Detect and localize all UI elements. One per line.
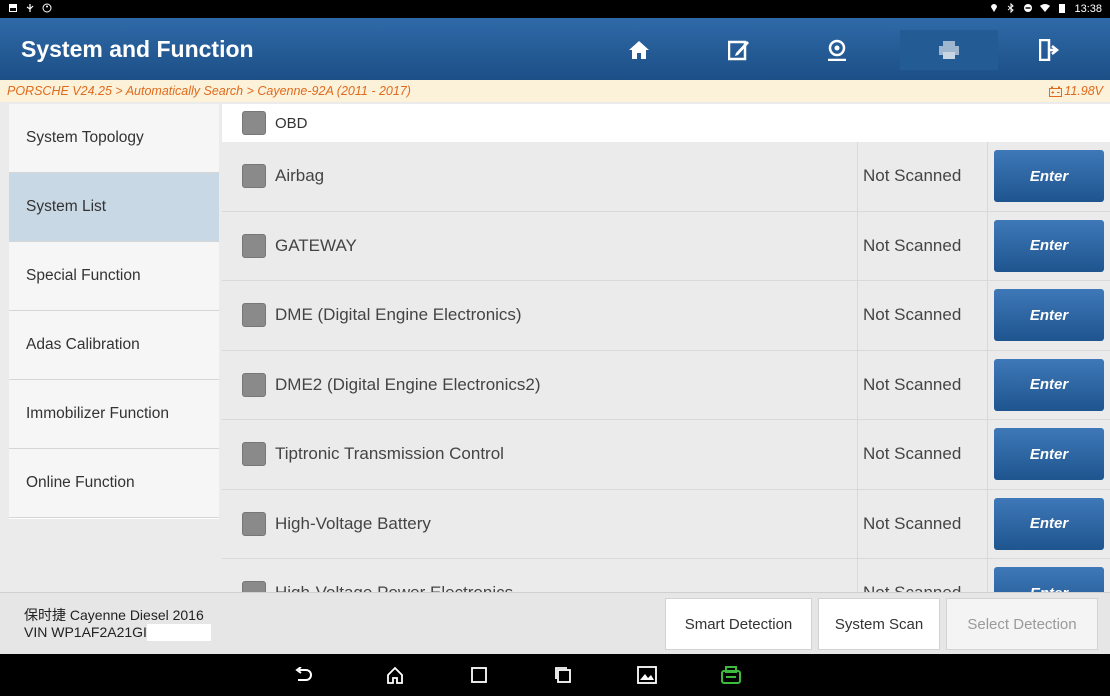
- home-icon: [629, 41, 649, 59]
- exit-icon: [1039, 39, 1059, 61]
- back-icon[interactable]: [290, 662, 316, 688]
- sidebar-item-label: System List: [26, 198, 107, 215]
- sidebar: System Topology System List Special Func…: [9, 104, 219, 519]
- system-row: DME (Digital Engine Electronics) Not Sca…: [222, 281, 1110, 351]
- enter-button[interactable]: Enter: [994, 219, 1104, 272]
- screenshot-icon[interactable]: [634, 662, 660, 688]
- enter-button[interactable]: Enter: [994, 567, 1104, 592]
- user-icon: [828, 39, 846, 61]
- status-left: [8, 3, 52, 16]
- enter-button[interactable]: Enter: [994, 358, 1104, 411]
- system-status: Not Scanned: [858, 489, 988, 558]
- system-row: Airbag Not Scanned Enter: [222, 142, 1110, 212]
- vehicle-vin: VIN WP1AF2A21GI: [24, 624, 147, 640]
- breadcrumb: PORSCHE V24.25 > Automatically Search > …: [0, 80, 1110, 102]
- exit-button[interactable]: [1000, 30, 1098, 70]
- system-checkbox[interactable]: [242, 581, 266, 592]
- system-checkbox[interactable]: [242, 442, 266, 467]
- obd-group-row: OBD: [222, 104, 1110, 142]
- battery-voltage-icon: [1049, 86, 1063, 97]
- user-button[interactable]: [788, 30, 886, 70]
- recents-icon[interactable]: [466, 662, 492, 688]
- status-right: 13:38: [989, 2, 1102, 16]
- vin-redaction: [146, 624, 211, 641]
- android-nav-bar: [0, 654, 1110, 696]
- title-bar: System and Function: [0, 18, 1110, 80]
- enter-button[interactable]: Enter: [994, 497, 1104, 550]
- select-detection-button[interactable]: Select Detection: [946, 598, 1098, 650]
- vehicle-model: 保时捷 Cayenne Diesel 2016: [24, 607, 204, 623]
- footer-bar: 保时捷 Cayenne Diesel 2016 VIN WP1AF2A21GI …: [0, 592, 1110, 654]
- sidebar-item-online-function[interactable]: Online Function: [9, 449, 219, 518]
- home-nav-icon[interactable]: [382, 662, 408, 688]
- bluetooth-icon: [1006, 2, 1016, 16]
- smart-detection-button[interactable]: Smart Detection: [665, 598, 812, 650]
- system-name: Tiptronic Transmission Control: [275, 444, 504, 464]
- accessibility-icon: [42, 3, 52, 16]
- enter-button[interactable]: Enter: [994, 150, 1104, 203]
- system-row: Tiptronic Transmission Control Not Scann…: [222, 420, 1110, 490]
- system-checkbox[interactable]: [242, 372, 266, 397]
- system-name: DME (Digital Engine Electronics): [275, 305, 522, 325]
- home-button[interactable]: [590, 30, 688, 70]
- system-name: GATEWAY: [275, 235, 357, 255]
- system-status: Not Scanned: [858, 350, 988, 419]
- enter-button[interactable]: Enter: [994, 289, 1104, 342]
- status-time: 13:38: [1074, 3, 1102, 15]
- sidebar-item-label: Immobilizer Function: [26, 405, 169, 422]
- system-status: Not Scanned: [858, 142, 988, 211]
- system-row: DME2 (Digital Engine Electronics2) Not S…: [222, 350, 1110, 420]
- sidebar-item-label: Online Function: [26, 474, 135, 491]
- print-icon: [939, 41, 959, 59]
- system-status: Not Scanned: [858, 211, 988, 280]
- wifi-icon: [1040, 3, 1051, 16]
- obd-group-label: OBD: [275, 114, 308, 132]
- system-checkbox[interactable]: [242, 164, 266, 189]
- status-bar: 13:38: [0, 0, 1110, 18]
- system-row: High-Voltage Battery Not Scanned Enter: [222, 489, 1110, 559]
- system-scan-button[interactable]: System Scan: [818, 598, 940, 650]
- system-status: Not Scanned: [858, 559, 988, 592]
- system-checkbox[interactable]: [242, 511, 266, 536]
- system-name: DME2 (Digital Engine Electronics2): [275, 374, 541, 394]
- system-name: High-Voltage Battery: [275, 513, 431, 533]
- do-not-disturb-icon: [1023, 3, 1033, 16]
- battery-icon: [1057, 3, 1067, 16]
- system-row: GATEWAY Not Scanned Enter: [222, 211, 1110, 281]
- vci-connector-icon[interactable]: [718, 662, 744, 688]
- obd-checkbox[interactable]: [242, 111, 266, 135]
- edit-report-icon: [728, 40, 749, 61]
- system-list: OBD Airbag Not Scanned Enter GATEWAY Not…: [222, 104, 1110, 592]
- voltage-readout: 11.98V: [1049, 84, 1103, 98]
- system-row: High-Voltage Power Electronics Not Scann…: [222, 559, 1110, 592]
- system-name: High-Voltage Power Electronics: [275, 583, 513, 592]
- sidebar-item-label: Special Function: [26, 267, 141, 284]
- multi-window-icon[interactable]: [550, 662, 576, 688]
- usb-icon: [25, 3, 35, 16]
- system-checkbox[interactable]: [242, 233, 266, 258]
- sidebar-item-immobilizer-function[interactable]: Immobilizer Function: [9, 380, 219, 449]
- enter-button[interactable]: Enter: [994, 428, 1104, 481]
- breadcrumb-path: PORSCHE V24.25 > Automatically Search > …: [7, 84, 411, 98]
- sidebar-item-label: Adas Calibration: [26, 336, 140, 353]
- location-icon: [989, 3, 999, 16]
- notification-icon: [8, 3, 18, 16]
- vehicle-info: 保时捷 Cayenne Diesel 2016 VIN WP1AF2A21GI: [24, 607, 211, 641]
- sidebar-item-adas-calibration[interactable]: Adas Calibration: [9, 311, 219, 380]
- system-checkbox[interactable]: [242, 303, 266, 328]
- sidebar-item-special-function[interactable]: Special Function: [9, 242, 219, 311]
- sidebar-item-label: System Topology: [26, 129, 144, 146]
- edit-report-button[interactable]: [690, 30, 788, 70]
- system-status: Not Scanned: [858, 281, 988, 350]
- sidebar-item-system-topology[interactable]: System Topology: [9, 104, 219, 173]
- system-name: Airbag: [275, 166, 325, 186]
- system-status: Not Scanned: [858, 420, 988, 489]
- sidebar-item-system-list[interactable]: System List: [9, 173, 219, 242]
- voltage-value: 11.98V: [1064, 84, 1103, 98]
- print-button[interactable]: [900, 30, 998, 70]
